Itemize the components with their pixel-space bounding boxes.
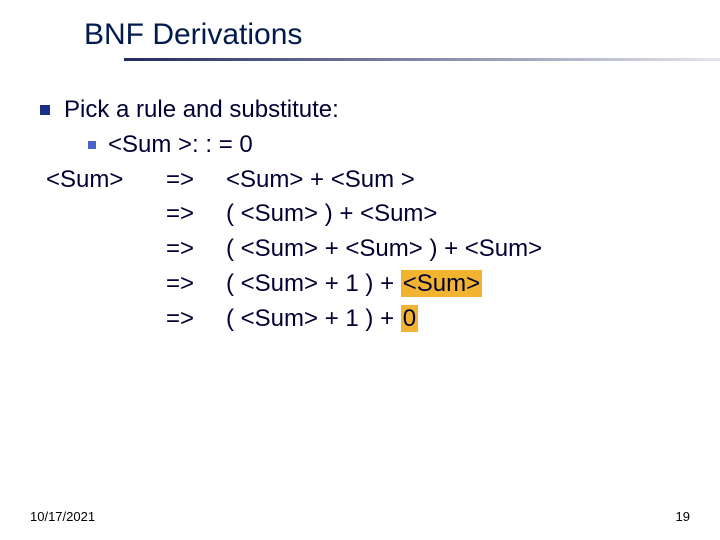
derivation-rhs: ( <Sum> + 1 ) + 0 <box>226 302 680 337</box>
arrow-icon: => <box>166 302 226 337</box>
rule-bullet-row: <Sum >: : = 0 <box>40 128 680 163</box>
arrow-icon: => <box>166 163 226 198</box>
page-title: BNF Derivations <box>84 18 720 52</box>
lead-in-text: Pick a rule and substitute: <box>64 93 339 128</box>
slide-footer: 10/17/2021 19 <box>30 509 690 524</box>
derivation-line: => ( <Sum> + <Sum> ) + <Sum> <box>46 232 680 267</box>
arrow-icon: => <box>166 267 226 302</box>
footer-date: 10/17/2021 <box>30 509 95 524</box>
title-divider <box>124 58 720 61</box>
derivation-line: => ( <Sum> + 1 ) + <Sum> <box>46 267 680 302</box>
derivation-rhs: ( <Sum> + 1 ) + <Sum> <box>226 267 680 302</box>
derivation-block: <Sum> => <Sum> + <Sum > => ( <Sum> ) + <… <box>40 163 680 337</box>
derivation-text: ( <Sum> + 1 ) + <box>226 270 401 297</box>
highlight: 0 <box>401 305 418 332</box>
footer-page-number: 19 <box>676 509 690 524</box>
rule-text: <Sum >: : = 0 <box>108 128 253 163</box>
derivation-rhs: ( <Sum> + <Sum> ) + <Sum> <box>226 232 680 267</box>
derivation-line: <Sum> => <Sum> + <Sum > <box>46 163 680 198</box>
derivation-rhs: ( <Sum> ) + <Sum> <box>226 197 680 232</box>
derivation-line: => ( <Sum> + 1 ) + 0 <box>46 302 680 337</box>
arrow-icon: => <box>166 232 226 267</box>
derivation-rhs: <Sum> + <Sum > <box>226 163 680 198</box>
highlight: <Sum> <box>401 270 482 297</box>
square-bullet-icon <box>40 105 50 115</box>
derivation-text: ( <Sum> + 1 ) + <box>226 305 401 332</box>
slide-body: Pick a rule and substitute: <Sum >: : = … <box>0 67 720 337</box>
arrow-icon: => <box>166 197 226 232</box>
derivation-line: => ( <Sum> ) + <Sum> <box>46 197 680 232</box>
lead-bullet-row: Pick a rule and substitute: <box>40 93 680 128</box>
derivation-start: <Sum> <box>46 163 166 198</box>
square-bullet-icon <box>88 141 96 149</box>
